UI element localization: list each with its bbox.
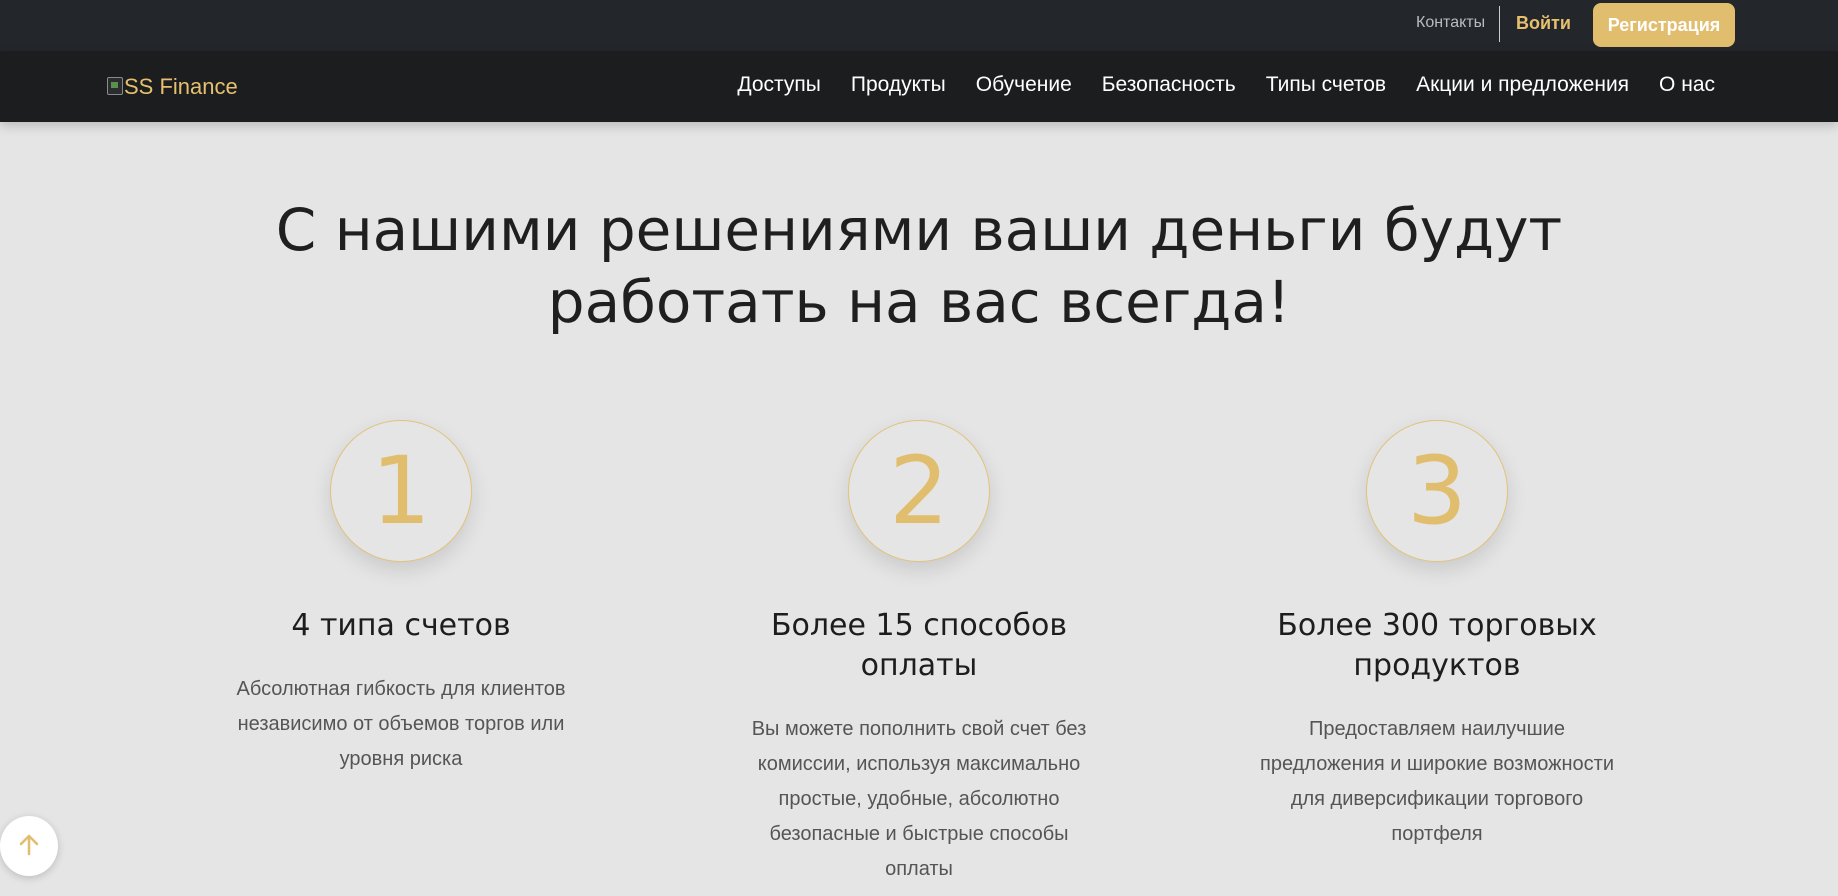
nav-item-security[interactable]: Безопасность (1102, 73, 1236, 97)
logo-link[interactable]: SS Finance (107, 74, 238, 100)
feature-card-1: 1 4 типа счетов Абсолютная гибкость для … (216, 420, 586, 777)
feature-title: Более 300 торговых продуктов (1252, 606, 1622, 686)
feature-description: Вы можете пополнить свой счет без комисс… (734, 712, 1104, 887)
broken-image-icon (107, 77, 123, 95)
nav-item-about[interactable]: О нас (1659, 73, 1715, 97)
topbar-divider (1499, 6, 1500, 42)
login-link[interactable]: Войти (1516, 13, 1571, 34)
feature-number-circle: 2 (848, 420, 990, 562)
feature-title: Более 15 способов оплаты (734, 606, 1104, 686)
scroll-to-top-button[interactable] (0, 816, 58, 876)
feature-description-line: портфеля (1391, 823, 1483, 845)
feature-title-line-2: продуктов (1353, 648, 1521, 683)
nav-item-education[interactable]: Обучение (976, 73, 1072, 97)
nav-menu: Доступы Продукты Обучение Безопасность Т… (737, 73, 1715, 97)
contacts-link[interactable]: Контакты (1416, 14, 1485, 32)
logo-alt-text: SS Finance (124, 74, 238, 99)
feature-description: Предоставляем наилучшие предложения и ши… (1252, 712, 1622, 852)
feature-card-3: 3 Более 300 торговых продуктов Предостав… (1252, 420, 1622, 852)
feature-title-line-1: Более 15 способов (770, 608, 1068, 643)
hero-headline: С нашими решениями ваши деньги будут раб… (0, 194, 1838, 338)
feature-title-line-2: оплаты (860, 648, 978, 683)
nav-item-products[interactable]: Продукты (851, 73, 946, 97)
nav-item-account-types[interactable]: Типы счетов (1266, 73, 1386, 97)
feature-title-line-1: 4 типа счетов (291, 608, 511, 643)
feature-description-line: безопасные и быстрые способы (769, 823, 1069, 845)
feature-description-line: для диверсификации торгового (1290, 788, 1584, 810)
top-bar: Контакты Войти Регистрация (0, 0, 1838, 51)
nav-item-access[interactable]: Доступы (737, 73, 820, 97)
feature-description-line: оплаты (885, 858, 953, 880)
hero-headline-line-1: С нашими решениями ваши деньги будут (275, 196, 1563, 264)
feature-description-line: уровня риска (339, 748, 463, 770)
arrow-up-icon (17, 833, 41, 860)
feature-description-line: независимо от объемов торгов или (237, 713, 565, 735)
nav-item-promotions[interactable]: Акции и предложения (1416, 73, 1629, 97)
hero-headline-line-2: работать на вас всегда! (547, 268, 1291, 336)
feature-description: Абсолютная гибкость для клиентов независ… (216, 672, 586, 777)
feature-description-line: Абсолютная гибкость для клиентов (236, 678, 566, 700)
feature-description-line: комиссии, используя максимально (757, 753, 1081, 775)
feature-description-line: Предоставляем наилучшие (1309, 718, 1565, 740)
feature-number-circle: 3 (1366, 420, 1508, 562)
feature-description-line: простые, удобные, абсолютно (778, 788, 1060, 810)
register-button[interactable]: Регистрация (1593, 3, 1735, 47)
feature-title-line-1: Более 300 торговых (1277, 608, 1597, 643)
feature-card-2: 2 Более 15 способов оплаты Вы можете поп… (734, 420, 1104, 887)
feature-description-line: предложения и широкие возможности (1260, 753, 1614, 775)
main-navbar: SS Finance Доступы Продукты Обучение Без… (0, 51, 1838, 122)
feature-description-line: Вы можете пополнить свой счет без (751, 718, 1087, 740)
feature-number-circle: 1 (330, 420, 472, 562)
feature-title: 4 типа счетов (216, 606, 586, 646)
